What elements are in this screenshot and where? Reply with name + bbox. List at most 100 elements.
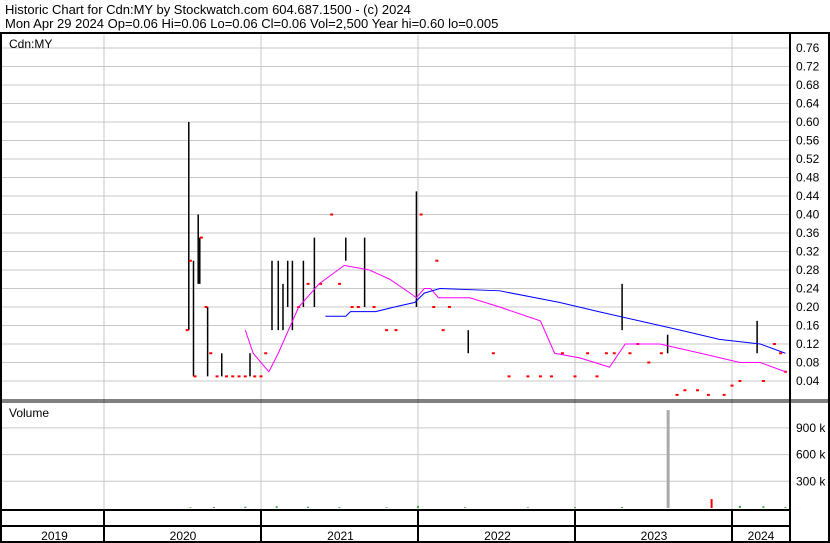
trade-mark bbox=[491, 352, 495, 355]
trade-mark bbox=[199, 236, 203, 239]
trade-mark bbox=[538, 375, 542, 378]
year-label: 2020 bbox=[170, 529, 197, 543]
trade-mark bbox=[695, 389, 699, 392]
trade-mark bbox=[259, 375, 263, 378]
trade-mark bbox=[193, 375, 197, 378]
price-tick-label: 0.08 bbox=[796, 356, 820, 370]
trade-mark bbox=[356, 306, 360, 308]
year-label: 2022 bbox=[484, 529, 511, 543]
volume-bar bbox=[385, 507, 388, 508]
volume-bar bbox=[417, 505, 419, 508]
price-panel-title: Cdn:MY bbox=[9, 37, 52, 51]
trade-mark bbox=[779, 352, 783, 355]
trade-mark bbox=[209, 352, 213, 355]
trade-mark bbox=[586, 352, 590, 355]
trade-mark bbox=[237, 375, 241, 378]
price-tick-label: 0.12 bbox=[796, 337, 820, 351]
year-label: 2019 bbox=[41, 529, 68, 543]
volume-bar bbox=[275, 506, 278, 508]
price-tick-label: 0.60 bbox=[796, 115, 820, 129]
year-label: 2024 bbox=[748, 529, 775, 543]
price-tick-label: 0.40 bbox=[796, 208, 820, 222]
trade-mark bbox=[675, 393, 679, 396]
volume-panel-title: Volume bbox=[9, 406, 49, 420]
trade-mark bbox=[560, 352, 564, 355]
price-tick-label: 0.16 bbox=[796, 319, 820, 333]
volume-bar bbox=[621, 506, 624, 508]
volume-bar bbox=[666, 410, 670, 508]
trade-mark bbox=[604, 352, 608, 355]
trade-mark bbox=[372, 306, 376, 308]
trade-mark bbox=[447, 306, 451, 308]
volume-tick-label: 300 k bbox=[796, 474, 826, 488]
price-tick-label: 0.24 bbox=[796, 282, 820, 296]
volume-bar bbox=[307, 506, 310, 508]
price-tick-label: 0.68 bbox=[796, 78, 820, 92]
price-tick-label: 0.20 bbox=[796, 300, 820, 314]
trade-mark bbox=[243, 375, 247, 378]
trade-mark bbox=[683, 389, 687, 392]
price-tick-label: 0.44 bbox=[796, 189, 820, 203]
trade-mark bbox=[659, 352, 663, 355]
price-tick-label: 0.52 bbox=[796, 152, 820, 166]
trade-mark bbox=[738, 380, 742, 382]
trade-mark bbox=[215, 375, 219, 378]
volume-bar bbox=[574, 507, 576, 508]
volume-bar bbox=[526, 507, 529, 508]
year-label: 2023 bbox=[641, 529, 668, 543]
trade-mark bbox=[338, 282, 341, 285]
volume-tick-label: 600 k bbox=[796, 448, 826, 462]
stock-chart: Historic Chart for Cdn:MY by Stockwatch.… bbox=[0, 0, 830, 543]
trade-mark bbox=[188, 259, 192, 262]
volume-bar bbox=[189, 507, 192, 508]
trade-mark bbox=[722, 393, 726, 396]
trade-mark bbox=[730, 384, 734, 387]
price-tick-label: 0.56 bbox=[796, 134, 820, 148]
trade-mark bbox=[772, 343, 776, 345]
trade-mark bbox=[526, 375, 530, 378]
trade-mark bbox=[394, 329, 398, 332]
trade-mark bbox=[612, 352, 616, 355]
trade-mark bbox=[224, 375, 228, 378]
year-label: 2021 bbox=[327, 529, 354, 543]
trade-mark bbox=[204, 306, 208, 308]
trade-mark bbox=[330, 213, 334, 216]
chart-canvas: 0.04 0.08 0.12 0.16 0.20 0.24 0.28 0.32 0.36 0.40… bbox=[0, 32, 830, 543]
trade-mark bbox=[419, 213, 423, 216]
trade-mark bbox=[350, 306, 354, 308]
volume-bar bbox=[738, 505, 741, 508]
trade-mark bbox=[432, 306, 436, 308]
volume-bar bbox=[784, 506, 787, 508]
price-tick-label: 0.76 bbox=[796, 41, 820, 55]
trade-mark bbox=[549, 375, 553, 378]
price-tick-label: 0.28 bbox=[796, 263, 820, 277]
price-tick-label: 0.36 bbox=[796, 226, 820, 240]
trade-mark bbox=[253, 375, 257, 378]
trade-mark bbox=[595, 375, 599, 378]
trade-mark bbox=[761, 380, 765, 382]
trade-mark bbox=[306, 282, 310, 285]
price-tick-label: 0.72 bbox=[796, 60, 820, 74]
volume-bar bbox=[762, 506, 765, 508]
volume-bar bbox=[244, 506, 247, 508]
trade-mark bbox=[231, 375, 235, 378]
price-tick-label: 0.64 bbox=[796, 97, 820, 111]
trade-mark bbox=[385, 329, 389, 332]
volume-bar bbox=[338, 507, 341, 508]
volume-bar bbox=[212, 506, 215, 508]
trade-mark bbox=[441, 329, 445, 332]
trade-mark bbox=[435, 259, 439, 262]
trade-mark bbox=[628, 352, 632, 355]
trade-mark bbox=[507, 375, 511, 378]
volume-bar bbox=[464, 507, 467, 508]
price-tick-label: 0.48 bbox=[796, 171, 820, 185]
moving-average-short bbox=[244, 264, 786, 373]
trade-mark bbox=[647, 361, 651, 364]
volume-bar bbox=[710, 499, 713, 508]
outer-frame bbox=[0, 32, 830, 543]
trade-mark bbox=[706, 393, 710, 396]
volume-tick-label: 900 k bbox=[796, 421, 826, 435]
price-tick-label: 0.04 bbox=[796, 374, 820, 388]
trade-mark bbox=[185, 329, 189, 332]
price-tick-label: 0.32 bbox=[796, 245, 820, 259]
